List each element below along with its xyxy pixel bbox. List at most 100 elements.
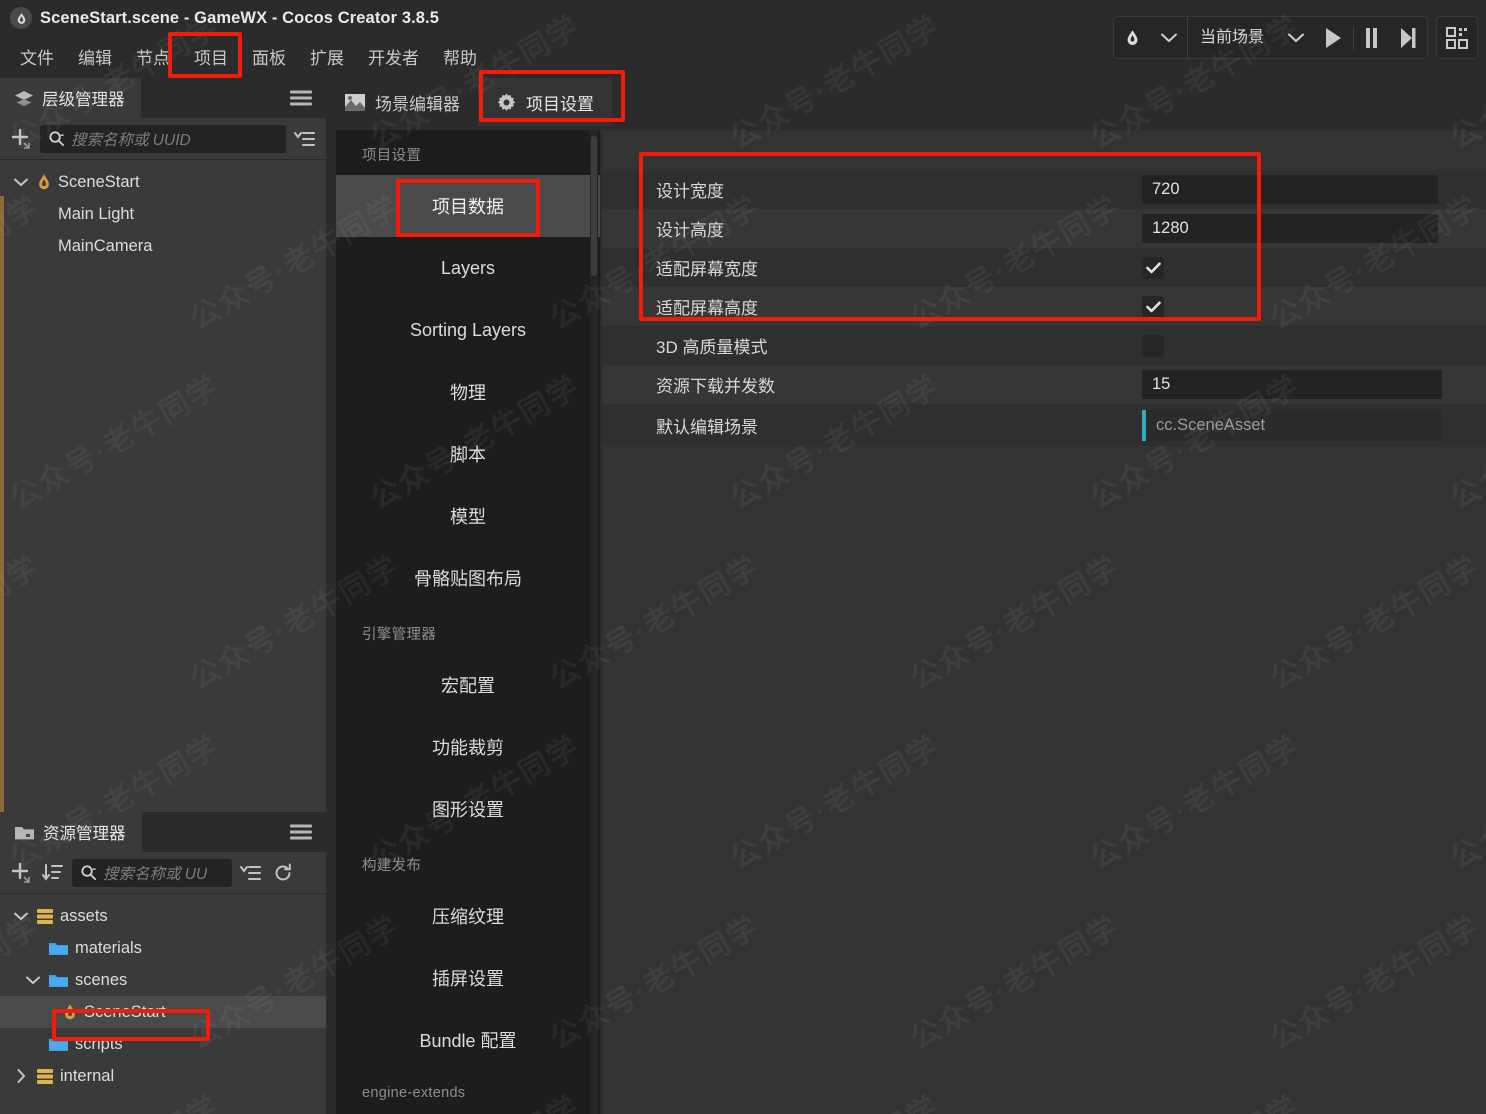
scene-selector-dropdown[interactable] <box>1278 17 1314 58</box>
check-icon <box>1145 262 1161 273</box>
fit-screen-height-checkbox[interactable] <box>1142 295 1164 318</box>
design-height-input[interactable]: 1280 <box>1142 214 1438 243</box>
assets-tree-item-scenes[interactable]: scenes <box>0 964 326 996</box>
chevron-down-icon[interactable] <box>12 178 30 187</box>
nav-item-macro-config[interactable]: 宏配置 <box>336 654 600 716</box>
hierarchy-node-main-light[interactable]: Main Light <box>0 198 326 230</box>
scene-selector-value[interactable]: 当前场景 <box>1186 17 1278 58</box>
cocos-flame-icon <box>10 7 32 29</box>
pause-button[interactable] <box>1354 17 1389 58</box>
assets-search-input[interactable]: 搜索名称或 UU <box>72 858 232 887</box>
chevron-down-icon[interactable] <box>24 976 42 985</box>
nav-item-compressed-texture[interactable]: 压缩纹理 <box>336 885 600 947</box>
setting-label: 适配屏幕宽度 <box>656 260 758 279</box>
sort-icon[interactable] <box>40 860 66 886</box>
chevron-down-icon <box>1288 33 1304 42</box>
hierarchy-search-input[interactable]: 搜索名称或 UUID <box>40 124 286 153</box>
assets-tree-item-materials[interactable]: materials <box>0 932 326 964</box>
settings-nav-scrollbar[interactable] <box>590 130 598 1114</box>
qr-preview-button[interactable] <box>1436 16 1478 59</box>
layers-icon <box>15 90 33 106</box>
setting-row-download-concurrency: 资源下载并发数 15 <box>602 365 1486 404</box>
assets-tree-label: materials <box>75 938 142 957</box>
assets-toolbar: 搜索名称或 UU <box>0 852 326 894</box>
nav-item-script[interactable]: 脚本 <box>336 423 600 485</box>
assets-tree-item-scripts[interactable]: scripts <box>0 1028 326 1060</box>
check-icon <box>1145 301 1161 312</box>
nav-group-title-build: 构建发布 <box>362 858 422 874</box>
default-scene-asset-field[interactable]: cc.SceneAsset <box>1142 409 1442 441</box>
step-button[interactable] <box>1389 17 1427 58</box>
assets-tree-item-assets[interactable]: assets <box>0 900 326 932</box>
hierarchy-node-maincamera[interactable]: MainCamera <box>0 230 326 262</box>
nav-item-sorting-layers[interactable]: Sorting Layers <box>336 299 600 361</box>
design-width-input[interactable]: 720 <box>1142 175 1438 204</box>
preview-controls-group: 当前场景 <box>1112 16 1428 59</box>
search-icon <box>81 865 97 881</box>
fit-screen-width-checkbox[interactable] <box>1142 256 1164 279</box>
nav-item-model[interactable]: 模型 <box>336 485 600 547</box>
menu-help[interactable]: 帮助 <box>433 41 487 72</box>
play-button[interactable] <box>1314 17 1353 58</box>
tab-project-settings-label: 项目设置 <box>526 94 594 114</box>
settings-nav-scroll-thumb[interactable] <box>591 136 597 276</box>
refresh-icon[interactable] <box>270 860 296 886</box>
folder-icon <box>48 940 69 957</box>
assets-panel-tab[interactable]: 资源管理器 <box>0 812 142 852</box>
assets-tree-label: SceneStart <box>84 1002 166 1021</box>
nav-item-graphics-settings[interactable]: 图形设置 <box>336 778 600 840</box>
hierarchy-panel-header: 层级管理器 <box>0 78 326 118</box>
tab-scene-editor-label: 场景编辑器 <box>375 94 460 114</box>
db-icon <box>36 907 54 925</box>
nav-item-feature-crop[interactable]: 功能裁剪 <box>336 716 600 778</box>
assets-filter-icon[interactable] <box>238 860 264 886</box>
high-quality-3d-checkbox[interactable] <box>1142 334 1164 357</box>
hierarchy-node-scenestart[interactable]: SceneStart <box>0 166 326 198</box>
chevron-right-icon[interactable] <box>12 1069 30 1083</box>
preview-device-button[interactable] <box>1114 17 1151 58</box>
nav-item-bundle-config[interactable]: Bundle 配置 <box>336 1009 600 1071</box>
add-asset-icon[interactable] <box>8 860 34 886</box>
folder-icon <box>48 1036 69 1053</box>
hierarchy-node-label: MainCamera <box>58 236 153 255</box>
nav-item-splash-settings[interactable]: 插屏设置 <box>336 947 600 1009</box>
nav-group-title-project: 项目设置 <box>362 148 422 164</box>
setting-row-design-height: 设计高度 1280 <box>602 209 1486 248</box>
search-icon <box>49 131 65 147</box>
setting-row-fit-height: 适配屏幕高度 <box>602 287 1486 326</box>
nav-item-project-data[interactable]: 项目数据 <box>336 175 600 237</box>
menu-file[interactable]: 文件 <box>10 41 64 72</box>
hierarchy-filter-icon[interactable] <box>292 126 318 152</box>
chevron-down-icon[interactable] <box>12 912 30 921</box>
step-forward-icon <box>1401 27 1416 48</box>
tab-project-settings[interactable]: 项目设置 <box>478 78 612 126</box>
nav-item-layers[interactable]: Layers <box>336 237 600 299</box>
pause-icon <box>1366 27 1377 48</box>
assets-menu-icon[interactable] <box>290 822 312 843</box>
folder-icon <box>15 826 34 839</box>
nav-item-skeleton-atlas[interactable]: 骨骼贴图布局 <box>336 547 600 609</box>
hierarchy-search-placeholder: 搜索名称或 UUID <box>71 131 191 149</box>
preview-device-dropdown[interactable] <box>1151 17 1187 58</box>
menu-developer[interactable]: 开发者 <box>358 41 429 72</box>
assets-tab-label: 资源管理器 <box>43 825 126 843</box>
menu-panel[interactable]: 面板 <box>242 41 296 72</box>
menu-project[interactable]: 项目 <box>184 41 238 72</box>
download-concurrency-input[interactable]: 15 <box>1142 370 1442 399</box>
assets-tree-label: assets <box>60 906 108 925</box>
hierarchy-tab-label: 层级管理器 <box>42 91 125 109</box>
nav-item-physics[interactable]: 物理 <box>336 361 600 423</box>
filter-list-icon <box>240 865 261 880</box>
hierarchy-panel-tab[interactable]: 层级管理器 <box>0 78 141 118</box>
hierarchy-menu-icon[interactable] <box>290 88 312 109</box>
main-tab-bar: 场景编辑器 项目设置 <box>326 78 1486 126</box>
menu-node[interactable]: 节点 <box>126 41 180 72</box>
menu-edit[interactable]: 编辑 <box>68 41 122 72</box>
add-node-icon[interactable] <box>8 126 34 152</box>
assets-tree-item-internal[interactable]: internal <box>0 1060 326 1092</box>
menu-extension[interactable]: 扩展 <box>300 41 354 72</box>
setting-row-design-width: 设计宽度 720 <box>602 170 1486 209</box>
assets-tree-item-scenestart[interactable]: SceneStart <box>0 996 326 1028</box>
tab-scene-editor[interactable]: 场景编辑器 <box>326 78 478 126</box>
hierarchy-node-label: SceneStart <box>58 172 140 191</box>
